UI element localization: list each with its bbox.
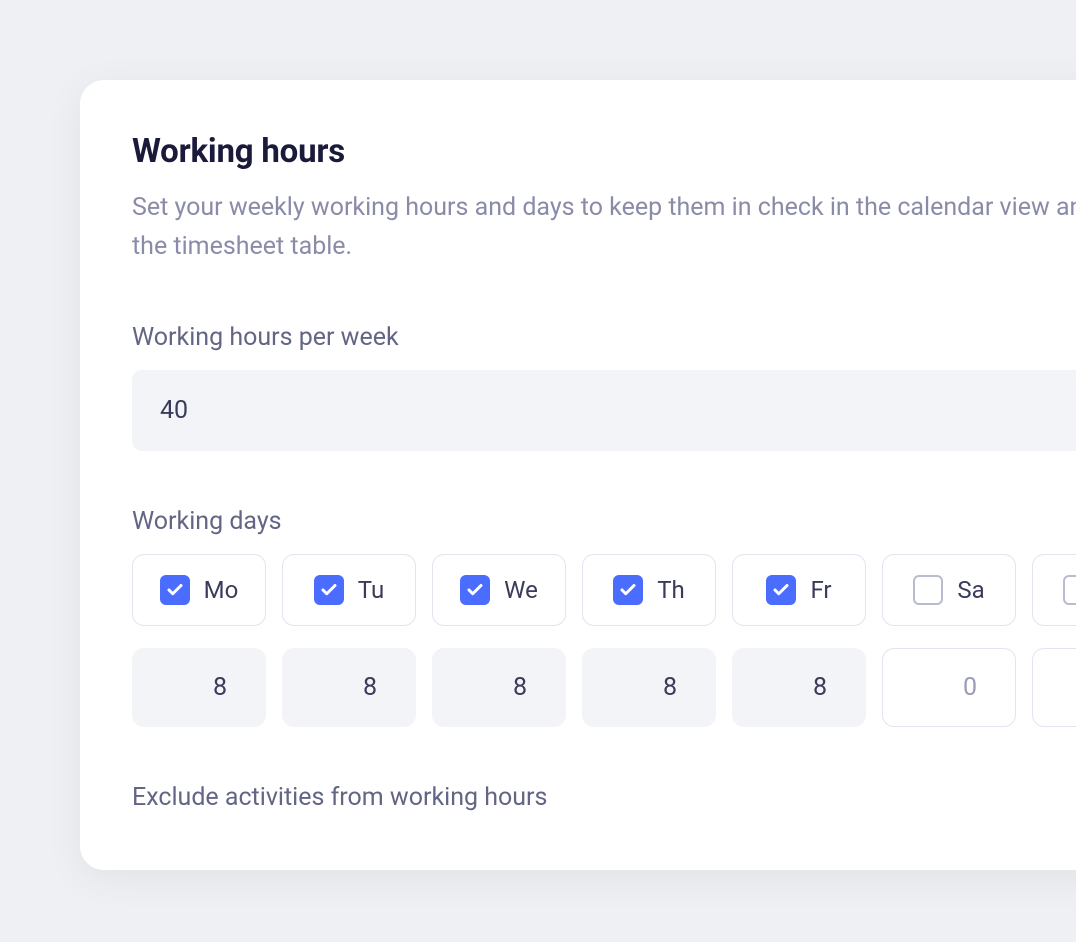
settings-card: Working hours Set your weekly working ho… (80, 80, 1076, 870)
day-hours-value: 0 (901, 673, 997, 702)
working-hours-per-day-row: 8 8 8 8 8 0 0 (132, 648, 1076, 727)
day-checkbox-mo[interactable]: Mo (132, 554, 266, 626)
day-checkbox-tu[interactable]: Tu (282, 554, 416, 626)
hours-per-week-input[interactable] (132, 370, 1076, 451)
working-days-row: Mo Tu We Th Fr Sa (132, 554, 1076, 626)
day-label: We (504, 576, 538, 604)
exclude-activities-label: Exclude activities from working hours (132, 783, 1076, 812)
day-label: Th (657, 576, 685, 604)
checkbox-checked-icon (314, 575, 344, 605)
checkbox-checked-icon (460, 575, 490, 605)
day-label: Sa (957, 576, 984, 604)
day-hours-value: 8 (151, 673, 247, 702)
day-hours-value: 8 (751, 673, 847, 702)
day-hours-value: 8 (601, 673, 697, 702)
day-checkbox-th[interactable]: Th (582, 554, 716, 626)
checkbox-checked-icon (160, 575, 190, 605)
day-label: Mo (204, 576, 239, 604)
day-hours-value: 8 (451, 673, 547, 702)
day-hours-input-fr[interactable]: 8 (732, 648, 866, 727)
page-subtitle: Set your weekly working hours and days t… (132, 189, 1076, 267)
working-days-label: Working days (132, 507, 1076, 536)
hours-per-week-label: Working hours per week (132, 323, 1076, 352)
day-hours-input-th[interactable]: 8 (582, 648, 716, 727)
day-checkbox-we[interactable]: We (432, 554, 566, 626)
day-hours-value: 8 (301, 673, 397, 702)
day-hours-input-we[interactable]: 8 (432, 648, 566, 727)
day-hours-input-su[interactable]: 0 (1032, 648, 1076, 727)
day-hours-value: 0 (1051, 673, 1076, 702)
day-hours-input-mo[interactable]: 8 (132, 648, 266, 727)
checkbox-checked-icon (613, 575, 643, 605)
page-title: Working hours (132, 132, 1076, 171)
day-hours-input-tu[interactable]: 8 (282, 648, 416, 727)
day-hours-input-sa[interactable]: 0 (882, 648, 1016, 727)
day-checkbox-su[interactable]: Su (1032, 554, 1076, 626)
checkbox-unchecked-icon (1063, 575, 1076, 605)
day-label: Tu (358, 576, 384, 604)
checkbox-checked-icon (766, 575, 796, 605)
checkbox-unchecked-icon (913, 575, 943, 605)
day-label: Fr (810, 576, 831, 604)
day-checkbox-fr[interactable]: Fr (732, 554, 866, 626)
day-checkbox-sa[interactable]: Sa (882, 554, 1016, 626)
